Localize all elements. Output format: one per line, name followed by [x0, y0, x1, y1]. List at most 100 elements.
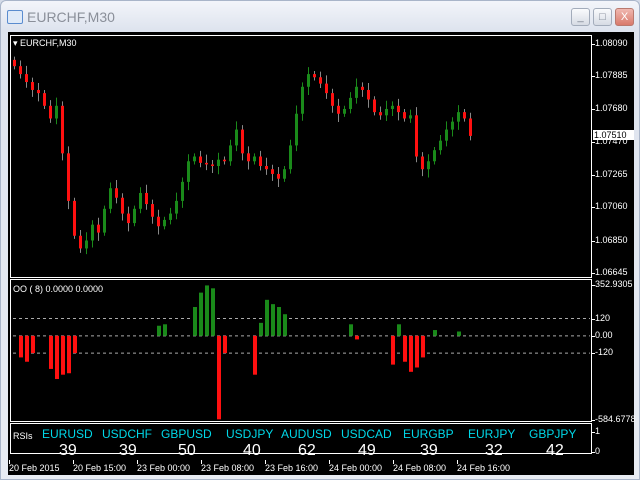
oscillator-bar	[253, 335, 257, 375]
rsi-value: 39	[119, 442, 137, 459]
candle-body	[451, 121, 454, 130]
rsi-value: 40	[243, 442, 261, 459]
time-axis-label: 24 Feb 00:00	[329, 460, 383, 473]
current-price-label: 1.07510	[593, 129, 634, 140]
maximize-button[interactable]: □	[593, 8, 612, 26]
candle-body	[61, 105, 64, 154]
candle-body	[457, 112, 460, 122]
candle-body	[319, 77, 322, 84]
rsi-pair-name: AUDUSD	[281, 427, 332, 441]
candle-body	[145, 192, 148, 205]
chart-window-icon	[7, 10, 23, 24]
candle-body	[229, 145, 232, 162]
rsi-value: 39	[420, 442, 438, 459]
candle-body	[349, 97, 352, 109]
candle-body	[265, 166, 268, 170]
oscillator-axis-label: 352.9305	[592, 279, 633, 289]
rsi-value: 39	[59, 442, 77, 459]
candle-body	[427, 161, 430, 170]
oscillator-bar	[223, 335, 227, 354]
price-axis-label: 1.08090	[592, 38, 628, 48]
candle-body	[409, 115, 412, 119]
oscillator-bar	[49, 335, 53, 369]
oscillator-bar	[457, 331, 461, 336]
candle-body	[313, 74, 316, 78]
candle-body	[193, 156, 196, 162]
candle-body	[79, 235, 82, 249]
candle-body	[67, 153, 70, 201]
rsi-value: 50	[178, 442, 196, 459]
time-axis-label: 20 Feb 2015	[9, 460, 60, 473]
candle-body	[295, 113, 298, 146]
candle-body	[463, 112, 466, 119]
candle-body	[307, 74, 310, 87]
candle-body	[157, 216, 160, 227]
candle-body	[19, 66, 22, 75]
candle-body	[37, 89, 40, 94]
candle-body	[289, 145, 292, 170]
oscillator-bar	[61, 335, 65, 375]
candle-body	[151, 204, 154, 217]
rsi-value: 42	[546, 442, 564, 459]
oscillator-bar	[271, 304, 275, 336]
candle-body	[49, 105, 52, 119]
candle-body	[469, 118, 472, 136]
price-axis-label: 1.07265	[592, 168, 628, 179]
oscillator-axis-label: 120	[591, 312, 611, 323]
chart-canvas	[13, 56, 590, 420]
candle-body	[247, 153, 250, 162]
oscillator-axis-label: -584.6778	[592, 414, 636, 424]
candle-body	[331, 93, 334, 106]
candle-body	[439, 140, 442, 151]
candle-body	[139, 192, 142, 209]
rsi-pair-name: USDJPY	[226, 427, 274, 441]
candle-body	[253, 156, 256, 162]
oscillator-axis-label: -120	[591, 347, 614, 358]
candle-body	[367, 89, 370, 100]
candle-body	[175, 200, 178, 214]
time-axis-label: 23 Feb 08:00	[201, 460, 255, 473]
candle-body	[13, 59, 16, 67]
oscillator-bar	[409, 335, 413, 372]
candle-body	[397, 105, 400, 113]
candle-body	[181, 181, 184, 201]
oscillator-bar	[217, 335, 221, 420]
chart-area[interactable]: ▾ EURCHF,M30 OO ( 8) 0.0000 0.0000 RSIs …	[8, 32, 636, 475]
candle-body	[121, 197, 124, 214]
candle-body	[337, 105, 340, 114]
time-axis-label: 23 Feb 00:00	[137, 460, 191, 473]
rsi-value: 49	[358, 442, 376, 459]
candle-body	[385, 108, 388, 116]
rsi-pair-name: USDCHF	[102, 427, 152, 441]
candle-body	[187, 161, 190, 182]
rsi-pair-name: USDCAD	[341, 427, 392, 441]
chart-window: EURCHF,M30 _ □ X ▾ EURCHF,M30 OO ( 8) 0.…	[0, 0, 640, 480]
oscillator-bar	[349, 324, 353, 336]
candle-body	[109, 188, 112, 209]
time-axis-label: 20 Feb 15:00	[73, 460, 127, 473]
time-axis-label: 24 Feb 16:00	[457, 460, 511, 473]
candle-body	[103, 208, 106, 233]
oscillator-bar	[55, 335, 59, 380]
candle-body	[211, 164, 214, 167]
window-title: EURCHF,M30	[27, 9, 115, 25]
price-axis-label: 1.07680	[592, 102, 628, 113]
oscillator-bar	[25, 335, 29, 362]
candle-body	[31, 82, 34, 90]
candle-body	[361, 86, 364, 90]
minimize-button[interactable]: _	[571, 8, 590, 26]
oscillator-bar	[265, 299, 269, 336]
candle-body	[133, 208, 136, 224]
candle-body	[241, 129, 244, 154]
oscillator-bar	[199, 292, 203, 336]
oscillator-bar	[19, 335, 23, 358]
close-button[interactable]: X	[615, 8, 634, 26]
rsi-pair-name: EURGBP	[403, 427, 454, 441]
oscillator-bar	[391, 335, 395, 365]
candle-body	[271, 169, 274, 174]
price-axis-label: 1.06850	[592, 234, 628, 245]
candle-body	[355, 86, 358, 98]
candle-body	[283, 169, 286, 179]
rsi-pair-name: EURUSD	[42, 427, 93, 441]
candle-body	[43, 93, 46, 106]
